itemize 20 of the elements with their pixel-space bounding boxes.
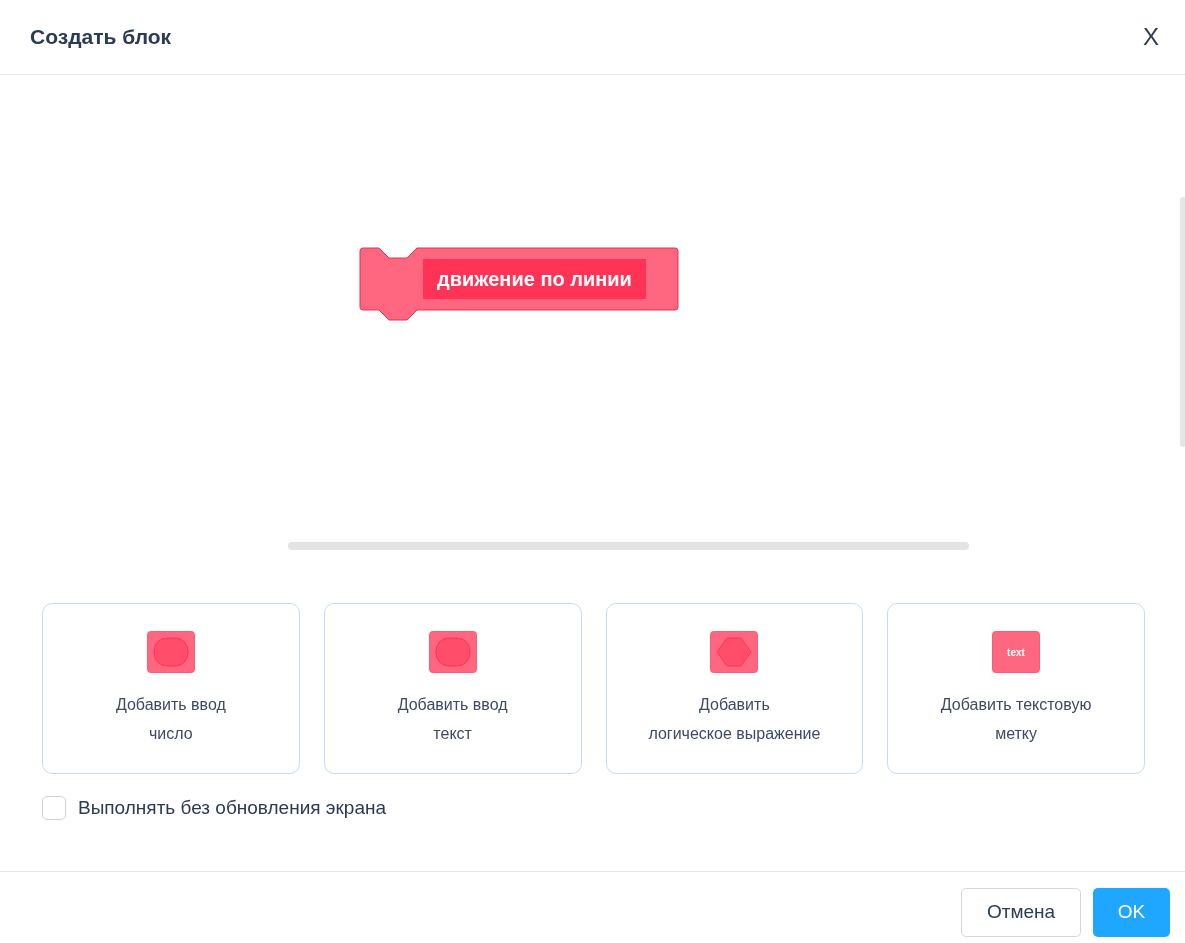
add-input-option[interactable]: Добавить ввод число [42, 603, 300, 774]
option-label: Добавить логическое выражение [648, 695, 821, 744]
rounded-slot-icon [146, 631, 195, 673]
block-label: движение по линии [423, 259, 646, 299]
checkbox-label: Выполнять без обновления экрана [78, 796, 387, 820]
cancel-button[interactable]: Отмена [961, 888, 1081, 937]
text-label-icon: text [992, 631, 1041, 673]
option-label: Добавить ввод число [115, 695, 226, 744]
checkbox[interactable] [42, 796, 66, 821]
option-label: Добавить ввод текст [397, 695, 508, 744]
add-input-option[interactable]: Добавить ввод текст [323, 603, 582, 774]
rounded-slot-icon [428, 631, 477, 673]
vertical-scrollbar[interactable] [1180, 197, 1185, 447]
option-label: Добавить текстовую метку [940, 695, 1092, 744]
hexagon-slot-icon [710, 631, 759, 673]
dialog-title: Создать блок [30, 24, 172, 51]
close-button[interactable]: X [1139, 25, 1163, 49]
add-input-option[interactable]: Добавить логическое выражение [605, 603, 864, 774]
horizontal-scrollbar[interactable] [288, 542, 969, 550]
add-input-option[interactable]: text Добавить текстовую метку [887, 603, 1145, 774]
